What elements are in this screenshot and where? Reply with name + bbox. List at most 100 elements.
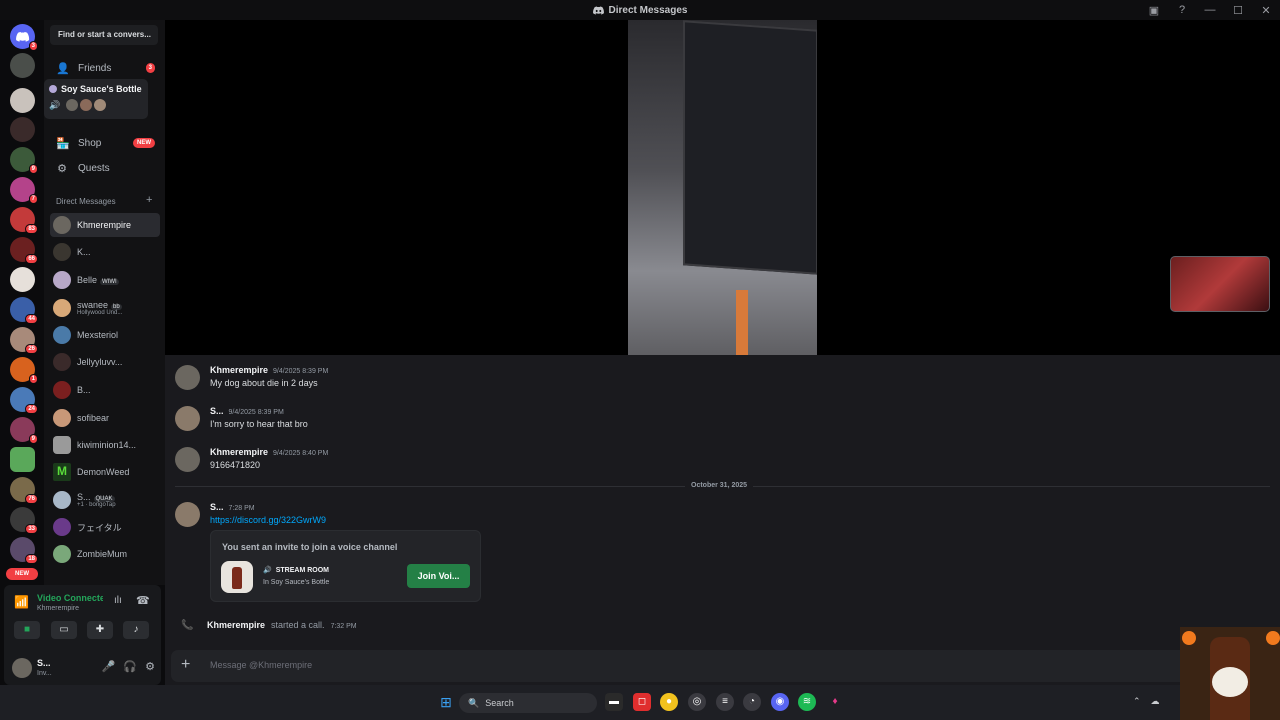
app-icon[interactable]: ◻ <box>633 693 651 711</box>
activities-button[interactable]: ✚ <box>87 621 113 639</box>
title-bar: Direct Messages ▣ ? — ☐ ✕ <box>0 0 1280 20</box>
app-icon[interactable]: ▬ <box>605 693 623 711</box>
maximize-button[interactable]: ☐ <box>1224 4 1252 17</box>
message-input[interactable]: Message @Khmerempire <box>210 660 312 670</box>
bottle-shape <box>736 290 748 355</box>
inbox-icon[interactable]: ▣ <box>1140 4 1168 17</box>
screen-share-stream[interactable] <box>628 20 817 355</box>
app-icon[interactable]: ◔ <box>743 693 761 711</box>
server-icon[interactable]: 24 <box>10 387 38 414</box>
create-dm-icon[interactable]: + <box>146 194 152 206</box>
server-icon[interactable]: 18 <box>10 537 38 564</box>
microphone-icon[interactable]: 🎤 <box>102 660 116 673</box>
server-icon[interactable]: 26 <box>10 327 38 354</box>
dm-item[interactable]: B... <box>50 378 160 402</box>
voice-status[interactable]: Video Connected <box>37 593 103 603</box>
disconnect-icon[interactable]: ☎ <box>136 594 150 607</box>
message-author[interactable]: Khmerempire <box>210 447 268 457</box>
server-icon[interactable]: 9 <box>10 147 38 174</box>
dm-item[interactable]: Jellyyluvv... <box>50 350 160 374</box>
camera-pip[interactable] <box>1170 256 1270 312</box>
server-icon[interactable]: 1 <box>10 357 38 384</box>
avatar[interactable] <box>175 365 200 390</box>
dm-name: DemonWeed <box>77 467 130 477</box>
soundboard-button[interactable]: ♪ <box>123 621 149 639</box>
dm-item[interactable]: S... QUAK +1 · bongoTap <box>50 488 160 512</box>
minimize-button[interactable]: — <box>1196 4 1224 16</box>
join-voice-button[interactable]: Join Voi... <box>407 564 470 588</box>
voice-channel[interactable]: Khmerempire <box>37 605 79 612</box>
server-icon[interactable]: 9 <box>10 417 38 444</box>
close-button[interactable]: ✕ <box>1252 4 1280 17</box>
dm-name: kiwiminion14... <box>77 440 137 450</box>
dm-item[interactable]: M DemonWeed <box>50 460 160 484</box>
new-servers-pill[interactable]: NEW <box>6 568 38 580</box>
user-name[interactable]: S... <box>37 658 51 668</box>
call-author[interactable]: Khmerempire <box>207 620 265 630</box>
server-icon[interactable]: 66 <box>10 237 38 264</box>
avatar[interactable] <box>175 502 200 527</box>
dm-item[interactable]: Khmerempire <box>50 213 160 237</box>
server-icon[interactable] <box>10 53 35 78</box>
dm-item[interactable]: ZombieMum <box>50 542 160 566</box>
dm-item[interactable]: フェイタル <box>50 515 160 539</box>
server-icon[interactable] <box>10 447 35 472</box>
chrome-icon[interactable]: ● <box>660 693 678 711</box>
help-icon[interactable]: ? <box>1168 4 1196 16</box>
attach-plus-icon[interactable]: + <box>181 656 190 674</box>
screen-share-button[interactable]: ▭ <box>51 621 77 639</box>
message-author[interactable]: S... <box>210 406 224 416</box>
discord-taskbar-icon[interactable]: ◉ <box>771 693 789 711</box>
avatar <box>94 99 107 111</box>
invite-title: You sent an invite to join a voice chann… <box>222 542 398 552</box>
chevron-up-icon[interactable]: ⌃ <box>1133 696 1141 707</box>
server-icon[interactable]: 33 <box>10 507 38 534</box>
taskbar-search[interactable]: 🔍 Search <box>459 693 597 713</box>
app-icon[interactable]: ♦ <box>826 693 844 711</box>
server-icon[interactable]: 7 <box>10 177 38 204</box>
server-icon-soy-sauce[interactable] <box>10 88 35 113</box>
user-avatar[interactable] <box>12 658 32 678</box>
camera-button[interactable]: ■ <box>14 621 40 639</box>
speaker-icon: 🔊 <box>49 99 61 110</box>
noise-suppression-icon[interactable]: ılı <box>114 595 122 606</box>
nav-shop[interactable]: 🏪 Shop NEW <box>50 132 159 154</box>
message-author[interactable]: S... <box>210 502 224 512</box>
app-icon[interactable]: ◎ <box>688 693 706 711</box>
settings-gear-icon[interactable]: ⚙ <box>145 660 155 673</box>
dm-item[interactable]: Belle WIWI <box>50 268 160 292</box>
dm-item[interactable]: swanee bb Hollywood Und... <box>50 296 160 320</box>
invite-link[interactable]: https://discord.gg/322GwrW9 <box>210 515 326 525</box>
dm-item[interactable]: sofibear <box>50 406 160 430</box>
avatar[interactable] <box>175 406 200 431</box>
dm-item[interactable]: Mexsteriol <box>50 323 160 347</box>
nav-quests[interactable]: ⚙ Quests <box>50 157 159 179</box>
cloud-icon[interactable]: ☁ <box>1151 696 1160 707</box>
windows-start-icon[interactable]: ⊞ <box>437 693 455 711</box>
home-button[interactable]: 3 <box>10 24 38 51</box>
orange-orb-icon <box>1182 631 1196 645</box>
message-composer: + Message @Khmerempire 🎁 <box>171 650 1275 682</box>
app-icon[interactable]: ≡ <box>716 693 734 711</box>
headphones-icon[interactable]: 🎧 <box>123 660 137 673</box>
find-conversation-button[interactable]: Find or start a convers... <box>50 25 158 45</box>
avatar: M <box>53 463 71 481</box>
dm-item[interactable]: K... <box>50 240 160 264</box>
nav-friends[interactable]: 👤 Friends 3 <box>50 57 159 79</box>
spotify-icon[interactable]: ≋ <box>798 693 816 711</box>
server-badge: 26 <box>25 344 38 354</box>
server-badge: 1 <box>28 374 38 384</box>
taskbar: ⊞ 🔍 Search ▬ ◻ ● ◎ ≡ ◔ ◉ ≋ ♦ ⌃ ☁ <box>0 685 1280 720</box>
server-badge: 9 <box>28 434 38 444</box>
server-icon[interactable]: 44 <box>10 297 38 324</box>
server-icon[interactable] <box>10 267 35 292</box>
server-icon[interactable]: 76 <box>10 477 38 504</box>
video-call-area <box>165 20 1280 355</box>
server-icon[interactable]: 83 <box>10 207 38 234</box>
avatar[interactable] <box>175 447 200 472</box>
dm-name: sofibear <box>77 413 110 423</box>
window-title-text: Direct Messages <box>608 4 688 16</box>
dm-item[interactable]: kiwiminion14... <box>50 433 160 457</box>
message-author[interactable]: Khmerempire <box>210 365 268 375</box>
server-icon[interactable] <box>10 117 35 142</box>
